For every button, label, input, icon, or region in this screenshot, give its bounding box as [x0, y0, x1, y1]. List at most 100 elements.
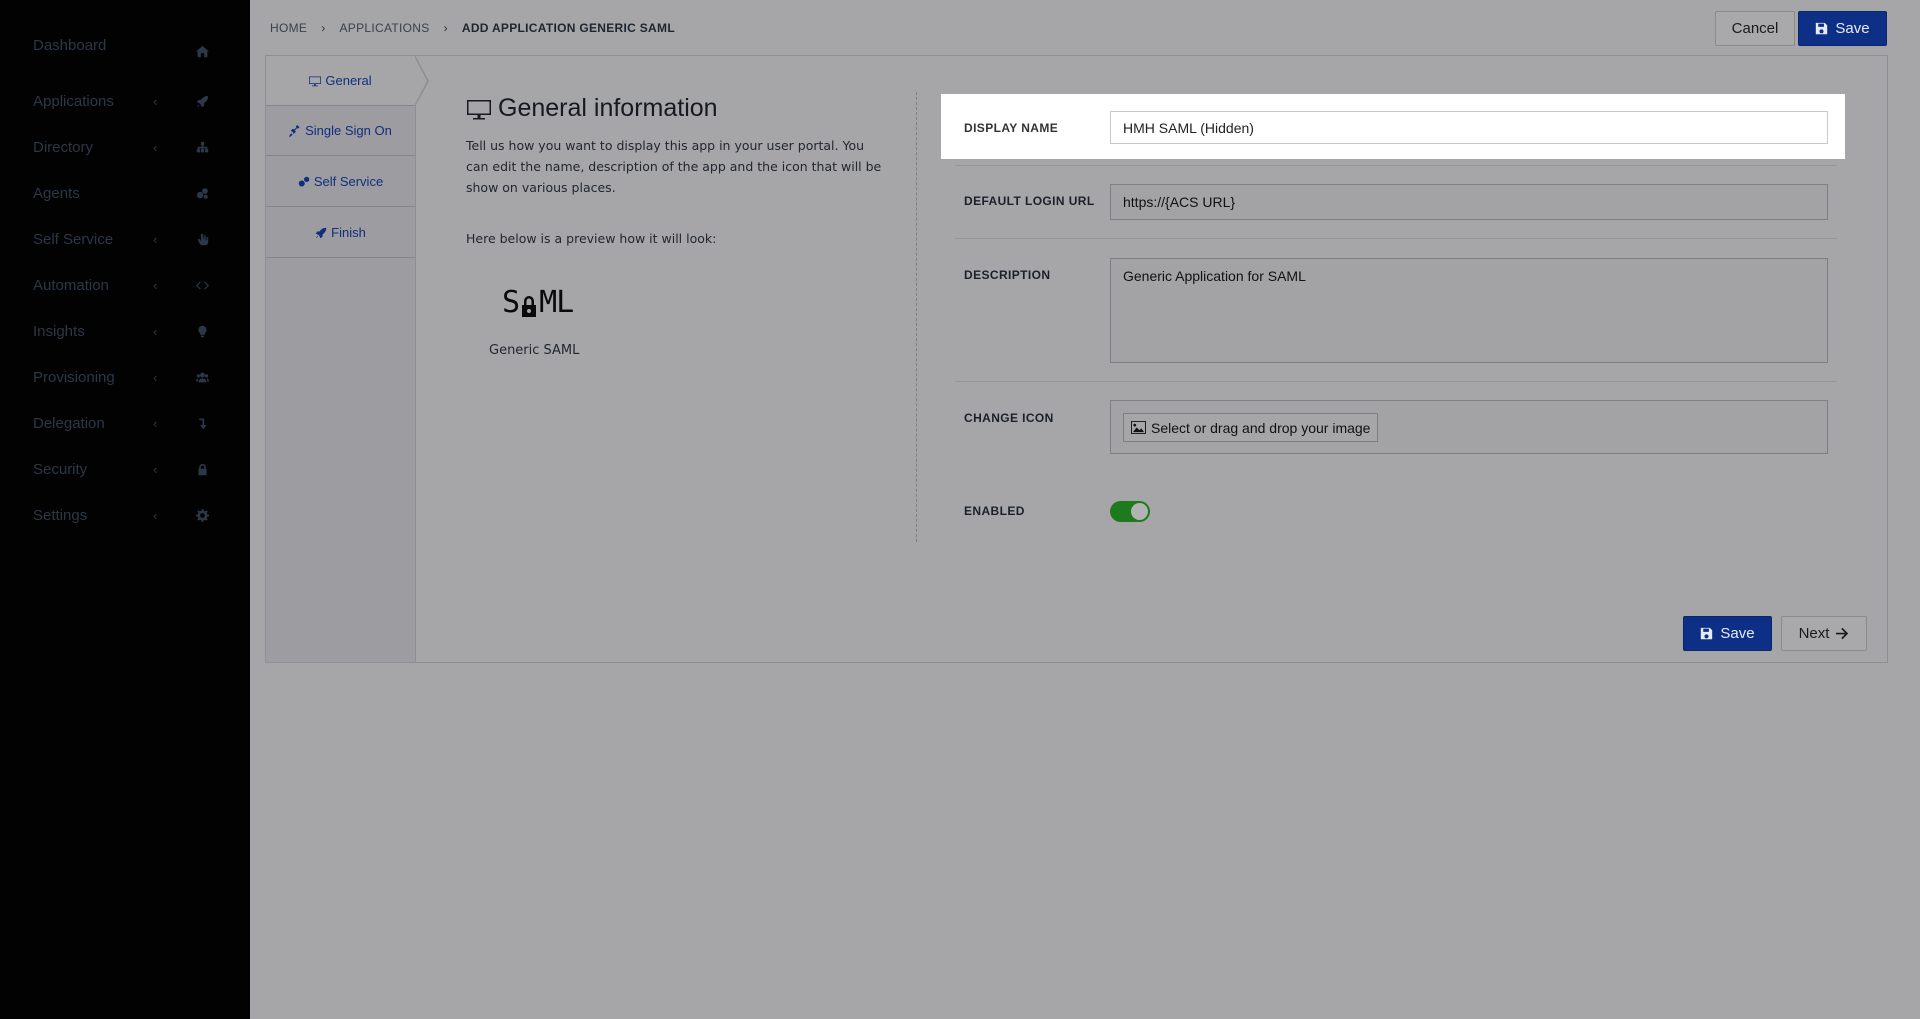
section-description: Tell us how you want to display this app… [466, 138, 882, 195]
section-title-text: General information [498, 94, 718, 122]
desktop-icon [467, 99, 491, 119]
sidebar-item-security[interactable]: Security ‹ [33, 454, 218, 484]
sidebar-item-label: Applications [33, 92, 114, 110]
wizard-step-self-service[interactable]: Self Service [266, 157, 415, 207]
enabled-toggle[interactable] [1110, 501, 1150, 522]
sidebar-item-dashboard[interactable]: Dashboard [33, 30, 218, 60]
wizard-step-finish[interactable]: Finish [266, 208, 415, 258]
sidebar-item-automation[interactable]: Automation ‹ [33, 270, 218, 300]
floppy-disk-icon [1816, 22, 1828, 35]
wizard-step-general[interactable]: General [266, 55, 429, 107]
sidebar-item-label: Provisioning [33, 368, 115, 386]
chevron-left-icon: ‹ [153, 415, 158, 431]
display-name-input[interactable]: HMH SAML (Hidden) [1110, 111, 1828, 144]
chevron-left-icon: ‹ [153, 93, 158, 109]
floppy-disk-icon [1701, 627, 1713, 640]
sidebar-item-label: Settings [33, 506, 88, 524]
sidebar-item-provisioning[interactable]: Provisioning ‹ [33, 362, 218, 392]
save-button-bottom-label: Save [1720, 625, 1755, 642]
chevron-left-icon: ‹ [153, 231, 158, 247]
image-icon [1131, 421, 1146, 434]
sidebar-item-label: Directory [33, 138, 94, 156]
save-button-bottom[interactable]: Save [1683, 616, 1772, 651]
rocket-icon [315, 227, 327, 238]
cogs-icon [195, 186, 209, 200]
display-name-label: DISPLAY NAME [964, 121, 1059, 135]
divider [955, 165, 1837, 166]
default-login-url-input[interactable]: https://{ACS URL} [1110, 184, 1828, 220]
home-icon [195, 44, 209, 58]
desktop-icon [309, 76, 322, 86]
wizard-step-label: Finish [331, 225, 366, 240]
wizard-step-label: Single Sign On [305, 123, 392, 138]
next-button-label: Next [1798, 625, 1830, 642]
enabled-label: ENABLED [964, 504, 1025, 518]
lightbulb-icon [195, 324, 209, 338]
saml-logo-text-right: ML [539, 285, 574, 320]
divider [955, 381, 1837, 382]
toggle-knob [1131, 503, 1148, 520]
chevron-right-icon: › [321, 21, 326, 35]
sidebar-item-label: Delegation [33, 414, 105, 432]
select-image-button-label: Select or drag and drop your image [1151, 419, 1371, 436]
sidebar-item-self-service[interactable]: Self Service ‹ [33, 224, 218, 254]
description-label: DESCRIPTION [964, 268, 1051, 282]
breadcrumb-applications[interactable]: APPLICATIONS [340, 21, 430, 35]
sidebar-item-delegation[interactable]: Delegation ‹ [33, 408, 218, 438]
column-divider [916, 92, 917, 542]
chevron-left-icon: ‹ [153, 369, 158, 385]
level-down-icon [195, 416, 209, 430]
sidebar-item-agents[interactable]: Agents [33, 178, 218, 208]
sidebar-item-label: Security [33, 460, 88, 478]
sidebar-item-label: Self Service [33, 230, 114, 248]
cancel-button-label: Cancel [1731, 20, 1779, 37]
sidebar-item-label: Agents [33, 184, 80, 202]
users-icon [195, 370, 209, 384]
sidebar-item-label: Automation [33, 276, 109, 294]
breadcrumb: HOME › APPLICATIONS › ADD APPLICATION GE… [270, 21, 675, 35]
chevron-left-icon: ‹ [153, 507, 158, 523]
description-textarea[interactable]: Generic Application for SAML [1110, 258, 1828, 363]
select-image-button[interactable]: Select or drag and drop your image [1123, 413, 1379, 442]
hand-icon [195, 232, 209, 246]
cancel-button[interactable]: Cancel [1715, 11, 1795, 46]
cogs-icon [298, 176, 310, 186]
sidebar-item-applications[interactable]: Applications ‹ [33, 86, 218, 116]
sidebar: Dashboard Applications ‹ Directory ‹ Age… [0, 0, 250, 1019]
divider [955, 238, 1837, 239]
next-button[interactable]: Next [1781, 616, 1867, 651]
sidebar-item-settings[interactable]: Settings ‹ [33, 500, 218, 530]
chevron-left-icon: ‹ [153, 461, 158, 477]
wizard-step-label: General [325, 73, 372, 88]
sidebar-item-label: Insights [33, 322, 85, 340]
lock-icon [195, 462, 209, 476]
gear-icon [195, 508, 209, 522]
wizard-step-label: Self Service [313, 174, 384, 189]
saml-logo-text-left: S [502, 285, 520, 320]
change-icon-label: CHANGE ICON [964, 411, 1054, 425]
chevron-left-icon: ‹ [153, 277, 158, 293]
section-title: General information [466, 94, 718, 123]
code-icon [195, 278, 209, 292]
lock-icon [522, 295, 537, 317]
display-name-row: DISPLAY NAME HMH SAML (Hidden) [941, 94, 1845, 159]
app-preview-name: Generic SAML [489, 343, 580, 358]
preview-label: Here below is a preview how it will look… [466, 231, 717, 246]
chevron-right-icon: › [443, 21, 448, 35]
arrow-right-icon [1836, 627, 1849, 640]
plug-icon [289, 124, 300, 137]
wizard-steps: General Single Sign On Self Service Fini… [266, 55, 429, 662]
rocket-icon [195, 94, 209, 108]
breadcrumb-current: ADD APPLICATION GENERIC SAML [461, 21, 675, 35]
sidebar-item-insights[interactable]: Insights ‹ [33, 316, 218, 346]
icon-dropzone[interactable]: Select or drag and drop your image [1110, 400, 1828, 454]
sitemap-icon [195, 140, 209, 154]
chevron-left-icon: ‹ [153, 139, 158, 155]
save-button-label: Save [1835, 20, 1870, 37]
wizard-step-single-sign-on[interactable]: Single Sign On [266, 106, 415, 156]
breadcrumb-home[interactable]: HOME [270, 21, 307, 35]
default-login-url-label: DEFAULT LOGIN URL [964, 194, 1095, 208]
save-button[interactable]: Save [1798, 11, 1887, 46]
chevron-left-icon: ‹ [153, 323, 158, 339]
sidebar-item-directory[interactable]: Directory ‹ [33, 132, 218, 162]
